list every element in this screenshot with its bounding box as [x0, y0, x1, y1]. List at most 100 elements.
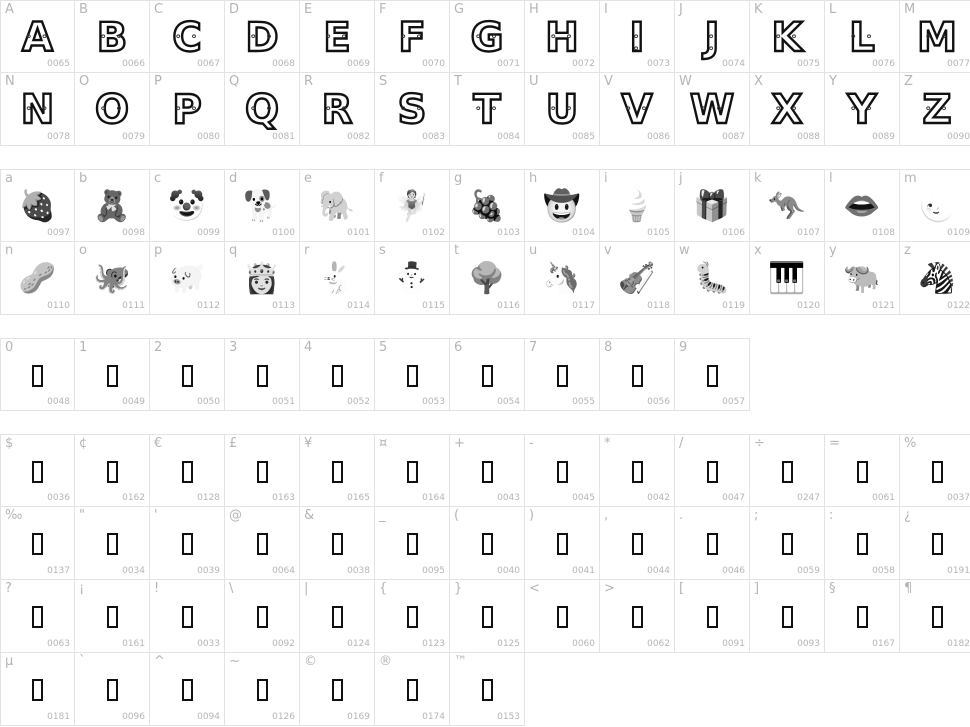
glyph-cell[interactable]: AA0065	[0, 0, 75, 73]
glyph-cell[interactable]: © 0169	[300, 653, 375, 726]
glyph-cell[interactable]: s ⛄ 0115	[375, 242, 450, 315]
glyph-cell[interactable]: g 🍇 0103	[450, 169, 525, 242]
glyph-cell[interactable]: n 🥜 0110	[0, 242, 75, 315]
glyph-cell[interactable]: \ 0092	[225, 580, 300, 653]
glyph-cell[interactable]: 9 0057	[675, 338, 750, 411]
glyph-cell[interactable]: ¥0165	[300, 434, 375, 507]
glyph-cell[interactable]: QQ0081	[225, 73, 300, 146]
glyph-cell[interactable]: . 0046	[675, 507, 750, 580]
glyph-cell[interactable]: $0036	[0, 434, 75, 507]
glyph-cell[interactable]: ! 0033	[150, 580, 225, 653]
glyph-cell[interactable]: f 🧚 0102	[375, 169, 450, 242]
glyph-cell[interactable]: ZZ0090	[900, 73, 970, 146]
glyph-cell[interactable]: @0064	[225, 507, 300, 580]
glyph-cell[interactable]: p 🐖 0112	[150, 242, 225, 315]
glyph-cell[interactable]: JJ0074	[675, 0, 750, 73]
glyph-cell[interactable]: EE0069	[300, 0, 375, 73]
glyph-cell[interactable]: /0047	[675, 434, 750, 507]
glyph-cell[interactable]: XX0088	[750, 73, 825, 146]
glyph-cell[interactable]: a 🍓 0097	[0, 169, 75, 242]
glyph-cell[interactable]: ; 0059	[750, 507, 825, 580]
glyph-cell[interactable]: ` 0096	[75, 653, 150, 726]
glyph-cell[interactable]: o 🐙 0111	[75, 242, 150, 315]
glyph-cell[interactable]: 0 0048	[0, 338, 75, 411]
glyph-cell[interactable]: 1 0049	[75, 338, 150, 411]
glyph-cell[interactable]: ~0126	[225, 653, 300, 726]
glyph-cell[interactable]: ÷ 0247	[750, 434, 825, 507]
glyph-cell[interactable]: 2 0050	[150, 338, 225, 411]
glyph-cell[interactable]: SS0083	[375, 73, 450, 146]
glyph-cell[interactable]: " 0034	[75, 507, 150, 580]
glyph-cell[interactable]: LL0076	[825, 0, 900, 73]
glyph-cell[interactable]: ® 0174	[375, 653, 450, 726]
glyph-cell[interactable]: r 🐇 0114	[300, 242, 375, 315]
glyph-cell[interactable]: €0128	[150, 434, 225, 507]
glyph-cell[interactable]: WW0087	[675, 73, 750, 146]
glyph-cell[interactable]: & 0038	[300, 507, 375, 580]
glyph-cell[interactable]: UU0085	[525, 73, 600, 146]
glyph-cell[interactable]: k 🦘 0107	[750, 169, 825, 242]
glyph-cell[interactable]: x 🎹 0120	[750, 242, 825, 315]
glyph-cell[interactable]: 3 0051	[225, 338, 300, 411]
glyph-cell[interactable]: m 🌜 0109	[900, 169, 970, 242]
glyph-cell[interactable]: * 0042	[600, 434, 675, 507]
glyph-cell[interactable]: YY0089	[825, 73, 900, 146]
glyph-cell[interactable]: HH0072	[525, 0, 600, 73]
glyph-cell[interactable]: BB0066	[75, 0, 150, 73]
glyph-cell[interactable]: 5 0053	[375, 338, 450, 411]
glyph-cell[interactable]: ) 0041	[525, 507, 600, 580]
glyph-cell[interactable]: II0073	[600, 0, 675, 73]
glyph-cell[interactable]: % 0037	[900, 434, 970, 507]
glyph-cell[interactable]: § 0167	[825, 580, 900, 653]
glyph-cell[interactable]: q 👸 0113	[225, 242, 300, 315]
glyph-cell[interactable]: d 🐕 0100	[225, 169, 300, 242]
glyph-cell[interactable]: (0040	[450, 507, 525, 580]
glyph-cell[interactable]: v 🎻 0118	[600, 242, 675, 315]
glyph-cell[interactable]: z 🦓 0122	[900, 242, 970, 315]
glyph-cell[interactable]: h 🤠 0104	[525, 169, 600, 242]
glyph-cell[interactable]: 7 0055	[525, 338, 600, 411]
glyph-cell[interactable]: ¶ 0182	[900, 580, 970, 653]
glyph-cell[interactable]: y 🐃 0121	[825, 242, 900, 315]
glyph-cell[interactable]: e 🐘 0101	[300, 169, 375, 242]
glyph-cell[interactable]: 6 0054	[450, 338, 525, 411]
glyph-cell[interactable]: ] 0093	[750, 580, 825, 653]
glyph-cell[interactable]: i 🍦 0105	[600, 169, 675, 242]
glyph-cell[interactable]: £0163	[225, 434, 300, 507]
glyph-cell[interactable]: ' 0039	[150, 507, 225, 580]
glyph-cell[interactable]: = 0061	[825, 434, 900, 507]
glyph-cell[interactable]: [0091	[675, 580, 750, 653]
glyph-cell[interactable]: ? 0063	[0, 580, 75, 653]
glyph-cell[interactable]: DD0068	[225, 0, 300, 73]
glyph-cell[interactable]: u 🦄 0117	[525, 242, 600, 315]
glyph-cell[interactable]: VV0086	[600, 73, 675, 146]
glyph-cell[interactable]: } 0125	[450, 580, 525, 653]
glyph-cell[interactable]: PP0080	[150, 73, 225, 146]
glyph-cell[interactable]: w 🐛 0119	[675, 242, 750, 315]
glyph-cell[interactable]: TT0084	[450, 73, 525, 146]
glyph-cell[interactable]: GG0071	[450, 0, 525, 73]
glyph-cell[interactable]: +0043	[450, 434, 525, 507]
glyph-cell[interactable]: µ 0181	[0, 653, 75, 726]
glyph-cell[interactable]: j 🎁 0106	[675, 169, 750, 242]
glyph-cell[interactable]: RR0082	[300, 73, 375, 146]
glyph-cell[interactable]: b 🧸 0098	[75, 169, 150, 242]
glyph-cell[interactable]: OO0079	[75, 73, 150, 146]
glyph-cell[interactable]: t 🌳 0116	[450, 242, 525, 315]
glyph-cell[interactable]: ¡ 0161	[75, 580, 150, 653]
glyph-cell[interactable]: FF0070	[375, 0, 450, 73]
glyph-cell[interactable]: c 🤡 0099	[150, 169, 225, 242]
glyph-cell[interactable]: ™ 0153	[450, 653, 525, 726]
glyph-cell[interactable]: _ 0095	[375, 507, 450, 580]
glyph-cell[interactable]: , 0044	[600, 507, 675, 580]
glyph-cell[interactable]: ‰ 0137	[0, 507, 75, 580]
glyph-cell[interactable]: 8 0056	[600, 338, 675, 411]
glyph-cell[interactable]: -0045	[525, 434, 600, 507]
glyph-cell[interactable]: l 👄 0108	[825, 169, 900, 242]
glyph-cell[interactable]: >0062	[600, 580, 675, 653]
glyph-cell[interactable]: KK0075	[750, 0, 825, 73]
glyph-cell[interactable]: ¢ 0162	[75, 434, 150, 507]
glyph-cell[interactable]: NN0078	[0, 73, 75, 146]
glyph-cell[interactable]: <0060	[525, 580, 600, 653]
glyph-cell[interactable]: | 0124	[300, 580, 375, 653]
